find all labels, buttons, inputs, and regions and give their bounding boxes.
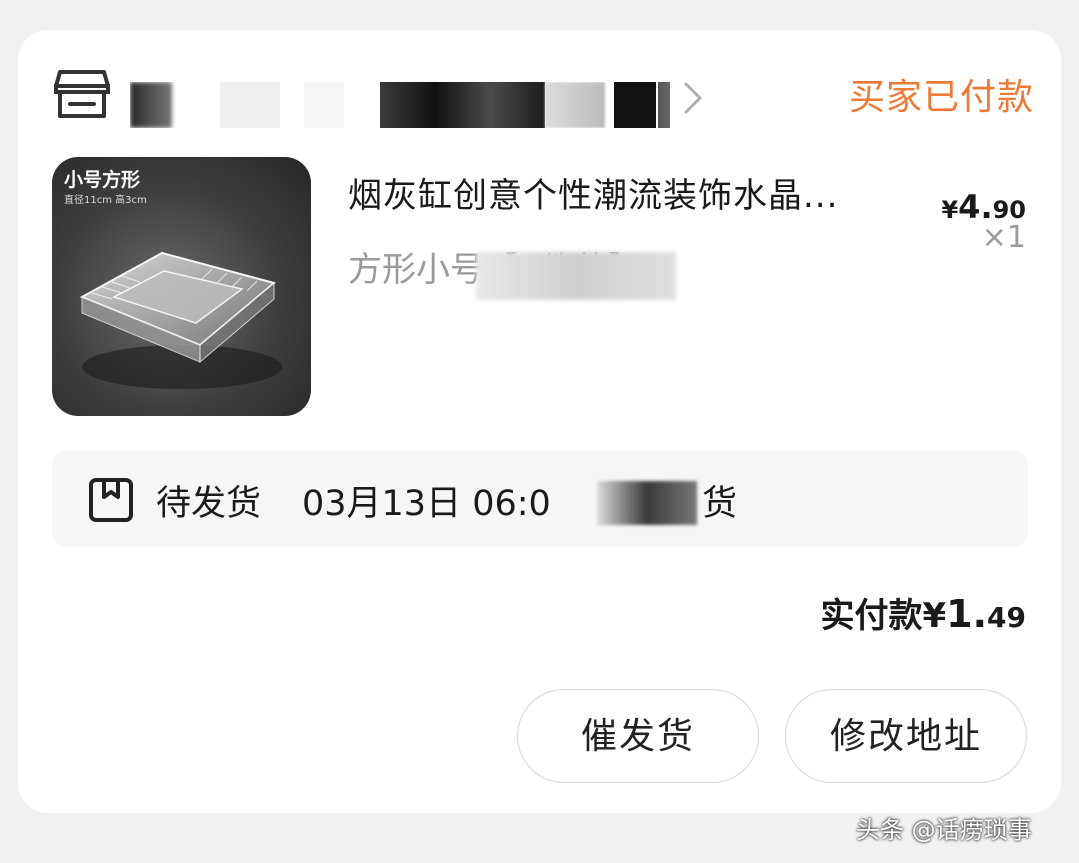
product-thumbnail[interactable]: 小号方形 直径11cm 高3cm	[52, 157, 311, 416]
order-status: 买家已付款	[848, 77, 1034, 118]
modify-address-button[interactable]: 修改地址	[785, 689, 1027, 783]
urge-shipping-button[interactable]: 催发货	[517, 689, 759, 783]
shipping-deadline: 03月13日 06:0	[302, 484, 551, 524]
chevron-right-icon[interactable]	[680, 78, 706, 118]
product-quantity: ×1	[981, 220, 1026, 255]
watermark: 头条 @话痨琐事	[856, 816, 1032, 844]
shipping-tail: 货	[702, 484, 738, 524]
blurred-region	[597, 481, 697, 525]
store-icon	[54, 70, 110, 118]
shipping-status-box[interactable]: 待发货 03月13日 06:0 货	[52, 451, 1028, 547]
store-name[interactable]	[130, 82, 670, 128]
package-icon	[89, 478, 133, 522]
shipping-status: 待发货	[156, 484, 262, 524]
thumbnail-subtitle: 直径11cm 高3cm	[64, 195, 147, 206]
product-title[interactable]: 烟灰缸创意个性潮流装饰水晶...	[348, 168, 918, 217]
paid-amount: 实付款¥1.49	[820, 592, 1026, 636]
blurred-region	[476, 252, 676, 300]
thumbnail-title: 小号方形	[64, 169, 141, 191]
order-card: 买家已付款 小号方形 直径11cm 高3cm 烟灰缸创意个性潮流装饰水晶... …	[18, 30, 1061, 813]
store-header[interactable]: 买家已付款	[54, 66, 1034, 130]
